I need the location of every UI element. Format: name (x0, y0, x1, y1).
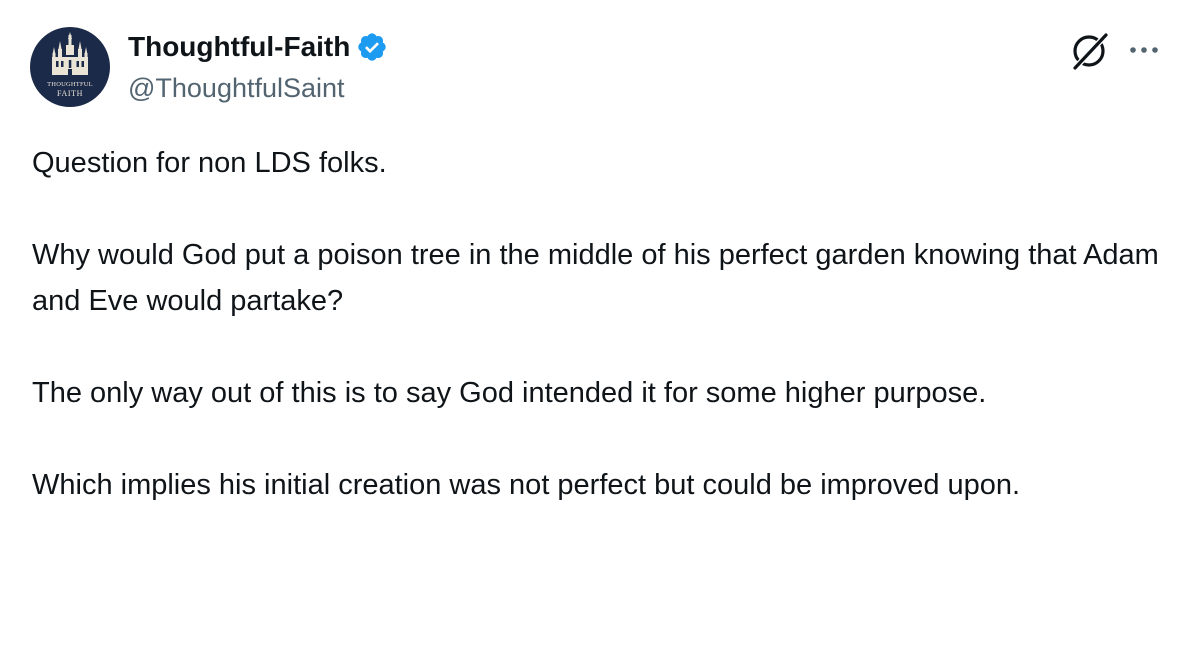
tweet-paragraph: Why would God put a poison tree in the m… (32, 239, 1159, 317)
avatar-text-line2: FAITH (57, 89, 83, 98)
avatar[interactable]: THOUGHTFUL FAITH (30, 27, 110, 107)
avatar-text-line1: THOUGHTFUL (47, 81, 93, 88)
tweet-paragraph: Question for non LDS folks. (32, 147, 387, 179)
tweet-text: Question for non LDS folks. Why would Go… (32, 140, 1162, 508)
tweet-paragraph: Which implies his initial creation was n… (32, 469, 1021, 501)
verified-badge-icon[interactable] (356, 31, 388, 63)
more-icon[interactable] (1126, 40, 1162, 60)
author-handle[interactable]: @ThoughtfulSaint (128, 70, 345, 106)
author-display-name[interactable]: Thoughtful-Faith (128, 29, 350, 65)
author-name-row: Thoughtful-Faith (128, 29, 388, 65)
tweet-card: THOUGHTFUL FAITH Thoughtful-Faith @Thoug… (0, 0, 1198, 646)
tweet-paragraph: The only way out of this is to say God i… (32, 377, 987, 409)
grok-icon[interactable] (1068, 28, 1112, 72)
